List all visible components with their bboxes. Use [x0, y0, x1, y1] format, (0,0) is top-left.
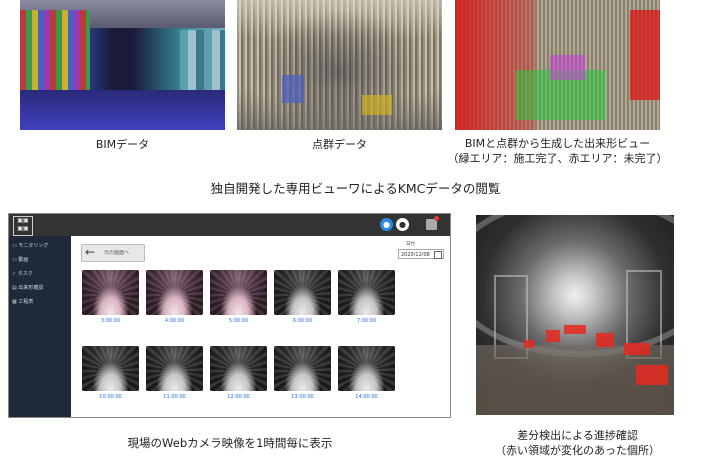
- thumbnail-time[interactable]: 5:00:00: [210, 318, 267, 324]
- webcam-caption: 現場のWebカメラ映像を1時間毎に表示: [127, 436, 333, 450]
- camera-icon[interactable]: ●: [380, 218, 393, 231]
- camera-thumbnail[interactable]: [146, 346, 203, 391]
- diff-caption: 差分検出による進捗確認 （赤い領域が変化のあった個所）: [470, 428, 685, 458]
- asbuilt-view-image: [455, 0, 660, 130]
- arrow-left-icon: ←: [85, 245, 96, 259]
- bim-caption: BIMデータ: [95, 138, 150, 151]
- app-logo: ▣▣ ▣▣: [13, 216, 33, 236]
- camera-thumbnail[interactable]: [82, 346, 139, 391]
- asbuilt-caption: BIMと点群から生成した出来形ビュー （緑エリア：施工完了、赤エリア：未完了）: [440, 136, 675, 166]
- diff-caption-line1: 差分検出による進捗確認: [517, 429, 638, 442]
- thumbnail-time[interactable]: 3:00:00: [82, 318, 139, 324]
- camera-thumbnail[interactable]: [274, 346, 331, 391]
- difference-detection-image: [476, 215, 674, 415]
- user-icon[interactable]: ●: [396, 218, 409, 231]
- thumbnail-time[interactable]: 4:00:00: [146, 318, 203, 324]
- camera-thumbnail[interactable]: [274, 270, 331, 315]
- camera-thumbnail[interactable]: [82, 270, 139, 315]
- thumbnail-time[interactable]: 11:00:00: [146, 394, 203, 400]
- sidebar-item-asbuilt[interactable]: ▤ 出来形確認: [9, 282, 71, 294]
- point-cloud-image: [237, 0, 442, 130]
- thumbnail-time[interactable]: 12:00:00: [210, 394, 267, 400]
- top-bar: ▣▣ ▣▣ ● ●: [9, 214, 450, 236]
- thumbnail-time[interactable]: 7:00:00: [338, 318, 395, 324]
- section-heading: 独自開発した専用ビューワによるKMCデータの閲覧: [210, 181, 501, 196]
- date-label: 日付: [406, 242, 415, 247]
- calendar-icon[interactable]: [434, 251, 442, 259]
- thumbnail-time[interactable]: 13:00:00: [274, 394, 331, 400]
- notification-badge: [434, 216, 439, 221]
- sidebar-item-monitoring[interactable]: ▭ モニタリング: [9, 240, 71, 252]
- diff-caption-line2: （赤い領域が変化のあった個所）: [495, 444, 660, 457]
- point-cloud-caption: 点群データ: [312, 138, 367, 151]
- camera-thumbnail[interactable]: [210, 346, 267, 391]
- sidebar-item-task[interactable]: ✓ タスク: [9, 268, 71, 280]
- camera-thumbnail[interactable]: [146, 270, 203, 315]
- camera-thumbnail[interactable]: [338, 346, 395, 391]
- thumbnail-time[interactable]: 6:00:00: [274, 318, 331, 324]
- thumbnail-time[interactable]: 10:00:00: [82, 394, 139, 400]
- asbuilt-caption-line1: BIMと点群から生成した出来形ビュー: [464, 137, 651, 150]
- main-panel: ← 元の画面へ 日付 2020/12/08 3:00:00 4:00:00 5:…: [71, 236, 450, 417]
- sidebar-item-schedule[interactable]: ▦ 工程表: [9, 296, 71, 308]
- back-button[interactable]: ← 元の画面へ: [81, 244, 145, 262]
- bim-render-image: [20, 0, 225, 130]
- sidebar: ▭ モニタリング ▭ 動画 ✓ タスク ▤ 出来形確認 ▦ 工程表: [9, 236, 71, 417]
- thumbnail-time[interactable]: 14:00:00: [338, 394, 395, 400]
- camera-thumbnail[interactable]: [338, 270, 395, 315]
- date-input[interactable]: 2020/12/08: [398, 249, 444, 259]
- web-viewer-screenshot: ▣▣ ▣▣ ● ● ▭ モニタリング ▭ 動画 ✓ タスク ▤ 出来形確認 ▦ 工…: [8, 213, 451, 418]
- asbuilt-caption-line2: （緑エリア：施工完了、赤エリア：未完了）: [447, 152, 668, 165]
- sidebar-item-video[interactable]: ▭ 動画: [9, 254, 71, 266]
- camera-thumbnail[interactable]: [210, 270, 267, 315]
